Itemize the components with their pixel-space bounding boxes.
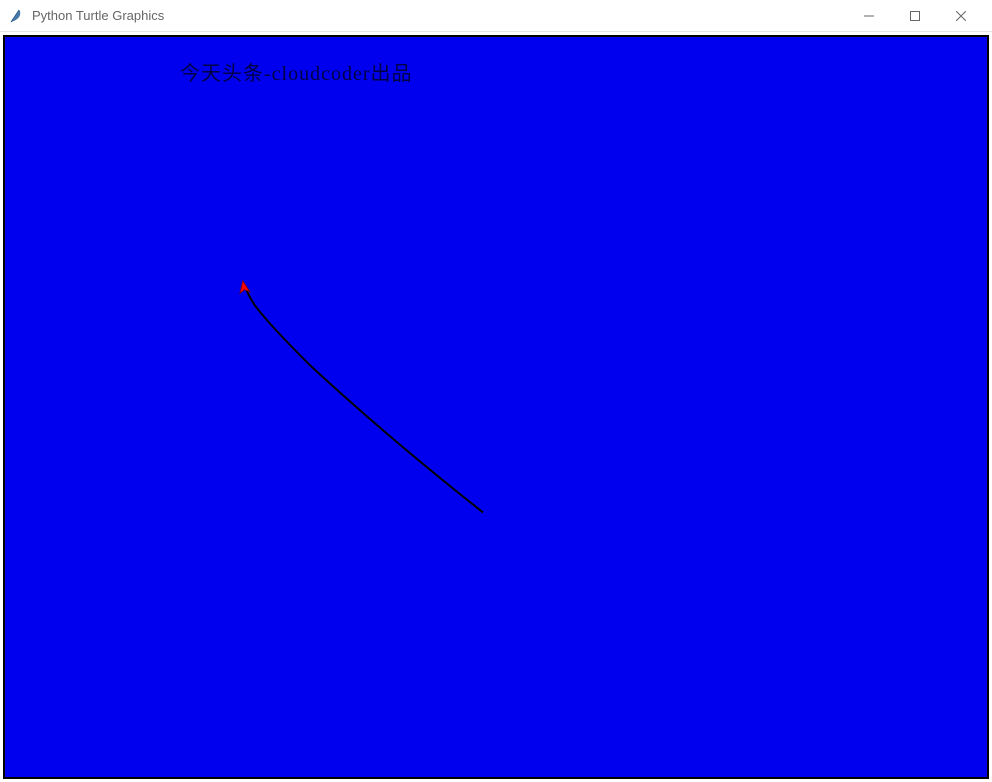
canvas-container: 今天头条-cloudcoder出品 bbox=[0, 32, 992, 782]
window-controls bbox=[846, 0, 984, 32]
titlebar: Python Turtle Graphics bbox=[0, 0, 992, 32]
app-feather-icon bbox=[8, 8, 24, 24]
window-title: Python Turtle Graphics bbox=[32, 8, 846, 23]
drawn-path bbox=[246, 289, 483, 513]
maximize-button[interactable] bbox=[892, 0, 938, 32]
turtle-path-svg bbox=[5, 37, 987, 777]
minimize-button[interactable] bbox=[846, 0, 892, 32]
turtle-cursor-icon bbox=[238, 280, 250, 293]
close-button[interactable] bbox=[938, 0, 984, 32]
turtle-canvas: 今天头条-cloudcoder出品 bbox=[3, 35, 989, 779]
